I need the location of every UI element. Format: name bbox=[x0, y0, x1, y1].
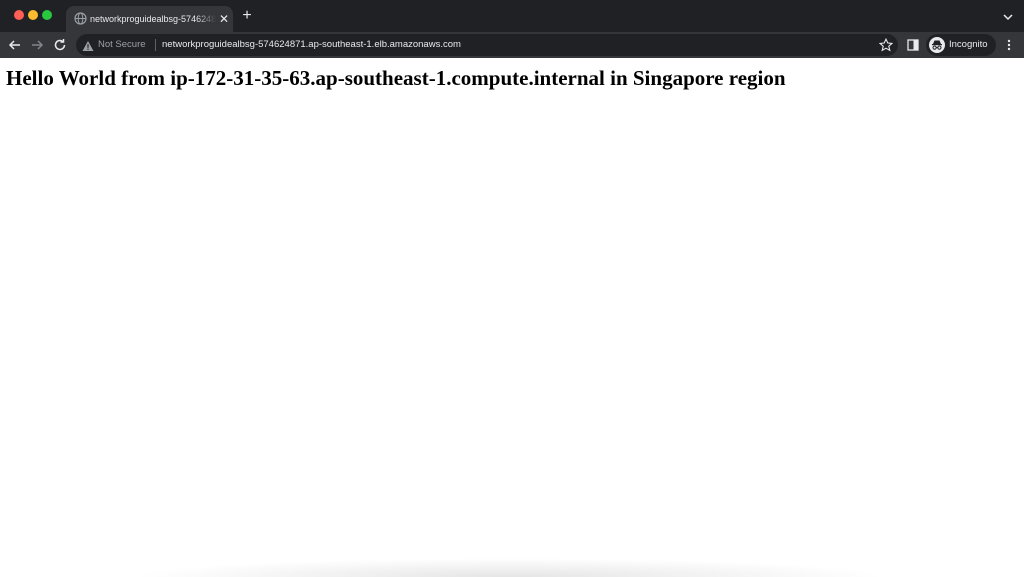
reload-icon[interactable] bbox=[52, 37, 68, 53]
profile-button[interactable]: Incognito bbox=[926, 34, 996, 56]
incognito-icon bbox=[929, 37, 945, 53]
tab-close-icon[interactable]: ✕ bbox=[217, 11, 231, 27]
page-heading: Hello World from ip-172-31-35-63.ap-sout… bbox=[6, 66, 786, 90]
kebab-menu-icon[interactable] bbox=[1002, 38, 1016, 52]
page-viewport: Hello World from ip-172-31-35-63.ap-sout… bbox=[0, 58, 1024, 577]
bottom-shadow bbox=[130, 558, 890, 577]
star-icon[interactable] bbox=[878, 37, 894, 52]
new-tab-button[interactable]: + bbox=[239, 8, 255, 24]
url-text[interactable]: networkproguidealbsg-574624871.ap-southe… bbox=[162, 38, 461, 52]
warning-icon[interactable] bbox=[82, 39, 94, 51]
address-bar[interactable]: Not Secure networkproguidealbsg-57462487… bbox=[76, 34, 898, 56]
side-panel-icon[interactable] bbox=[906, 38, 920, 52]
toolbar: Not Secure networkproguidealbsg-57462487… bbox=[0, 32, 1024, 58]
tab-title-fade bbox=[196, 10, 216, 28]
chevron-down-icon[interactable] bbox=[1000, 9, 1016, 25]
window-close-button[interactable] bbox=[14, 10, 24, 20]
profile-label: Incognito bbox=[949, 39, 988, 50]
arrow-left-icon[interactable] bbox=[7, 37, 23, 53]
tab-strip: networkproguidealbsg-57462487 ✕ + bbox=[0, 0, 1024, 32]
address-separator bbox=[155, 39, 156, 51]
tab-active[interactable]: networkproguidealbsg-57462487 ✕ bbox=[66, 6, 233, 32]
window-maximize-button[interactable] bbox=[42, 10, 52, 20]
globe-icon bbox=[74, 12, 87, 25]
window-minimize-button[interactable] bbox=[28, 10, 38, 20]
arrow-right-icon[interactable] bbox=[29, 37, 45, 53]
security-label[interactable]: Not Secure bbox=[98, 38, 146, 52]
browser-window: networkproguidealbsg-57462487 ✕ + Not Se… bbox=[0, 0, 1024, 577]
